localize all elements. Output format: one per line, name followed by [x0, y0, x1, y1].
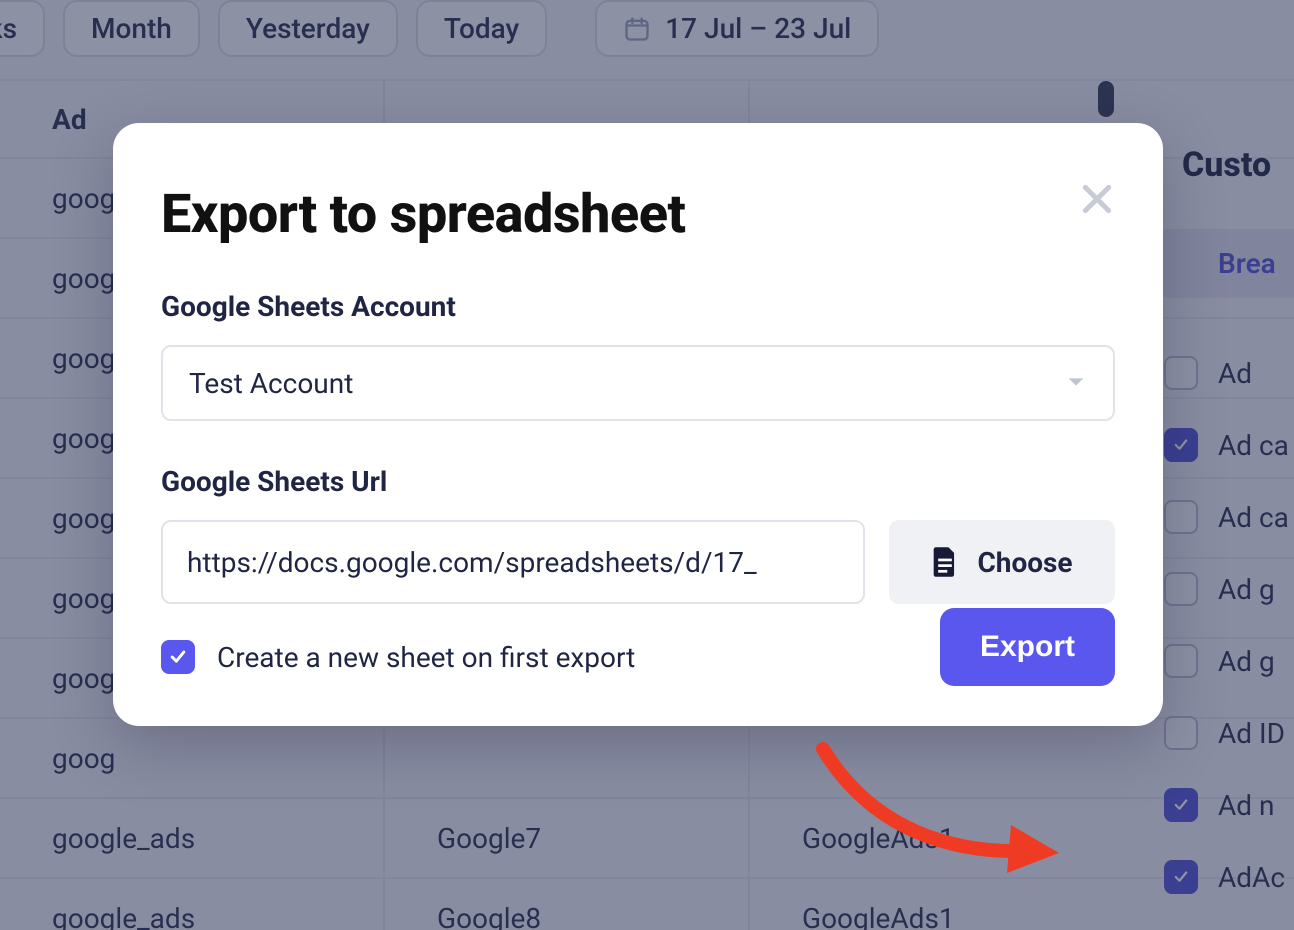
account-label: Google Sheets Account — [161, 290, 1115, 323]
close-icon — [1077, 179, 1117, 223]
account-value: Test Account — [189, 367, 353, 400]
account-select[interactable]: Test Account — [161, 345, 1115, 421]
chevron-down-icon — [1065, 367, 1087, 400]
export-button[interactable]: Export — [940, 608, 1115, 686]
close-button[interactable] — [1067, 171, 1127, 231]
checkbox-checked[interactable] — [161, 640, 195, 674]
new-sheet-label: Create a new sheet on first export — [217, 641, 635, 674]
url-label: Google Sheets Url — [161, 465, 1115, 498]
url-input[interactable] — [161, 520, 865, 604]
choose-button-label: Choose — [977, 546, 1072, 579]
export-modal: Export to spreadsheet Google Sheets Acco… — [113, 123, 1163, 726]
document-icon — [931, 545, 959, 579]
choose-button[interactable]: Choose — [889, 520, 1115, 604]
modal-title: Export to spreadsheet — [161, 183, 1115, 246]
